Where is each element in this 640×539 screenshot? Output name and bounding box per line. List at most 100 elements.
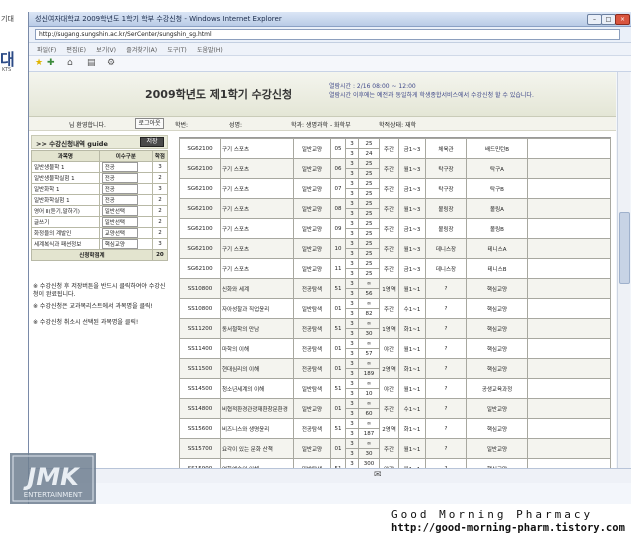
course-type-select[interactable]: 일반선택: [98, 205, 153, 217]
blog-url[interactable]: http://good-morning-pharm.tistory.com: [391, 522, 625, 534]
course-name-link[interactable]: 구기 스포츠: [220, 198, 294, 219]
course-credit: 3: [345, 158, 359, 169]
course-row[interactable]: SG62100 구기 스포츠 일반교양 05 3 25 주간 금1~3 체육관 배드민턴B: [179, 138, 611, 159]
course-name-link[interactable]: 구기 스포츠: [220, 178, 294, 199]
course-row[interactable]: SG62100 구기 스포츠 일반교양 10 3 25 주간 월1~3 데니스장 테니스A: [179, 238, 611, 259]
course-name-link[interactable]: 구기 스포츠: [220, 238, 294, 259]
course-row[interactable]: SS14500 청소년세계의 이해 일반탐색 51 3 ∞ 야간 월1~1? 공생교육과정: [179, 378, 611, 399]
course-row[interactable]: SS10800 신화와 세계 전공탐색 51 3 ∞ 1영역 월1~1? 핵심교양: [179, 278, 611, 299]
course-type-value[interactable]: 핵심교양: [101, 239, 138, 249]
maximize-button[interactable]: □: [601, 14, 616, 25]
minimize-button[interactable]: –: [587, 14, 602, 25]
course-row[interactable]: SS10800 자아성찰과 직업윤리 일반탐색 01 3 ∞ 주간 수1~1? 핵심교양: [179, 298, 611, 319]
course-name-link[interactable]: 구기 스포츠: [220, 158, 294, 179]
registered-course-row[interactable]: 일반생물학실험 1 전공 2: [31, 172, 169, 184]
course-extra-cell: [527, 358, 611, 379]
page-menu-icon[interactable]: ▤: [87, 58, 96, 68]
registered-course-name[interactable]: 일반화학 1: [31, 183, 100, 195]
course-code: SG62100: [179, 238, 221, 259]
course-capacity: 25: [358, 218, 380, 229]
course-name-link[interactable]: 신화와 세계: [220, 278, 294, 299]
course-type-select[interactable]: 전공: [98, 161, 153, 173]
tools-menu-icon[interactable]: ⚙: [107, 58, 115, 68]
registered-course-name[interactable]: 일반생물학 1: [31, 161, 100, 173]
course-room: ?: [425, 338, 467, 359]
course-row[interactable]: SS15700 요각이 있는 문화 산책 일반교양 01 3 ∞ 주간 월1~1? 일반교양: [179, 438, 611, 459]
course-type-select[interactable]: 교양선택: [98, 227, 153, 239]
course-type-value[interactable]: 전공: [101, 184, 138, 194]
registered-course-row[interactable]: 일반화학 1 전공 3: [31, 183, 169, 195]
note-2-text: ※ 수강신청은 교과목리스트에서 과목명을 클릭!: [33, 303, 153, 310]
registered-course-row[interactable]: 일반생물학 1 전공 3: [31, 161, 169, 173]
logout-button[interactable]: 로그아웃: [135, 118, 164, 129]
course-applicants: 82: [358, 308, 380, 319]
menu-view[interactable]: 보기(V): [96, 47, 116, 54]
close-button[interactable]: ×: [615, 14, 630, 25]
course-row[interactable]: SS11500 현대심리의 이해 전공탐색 01 3 ∞ 2영역 화1~1? 핵심교양: [179, 358, 611, 379]
course-type-value[interactable]: 전공: [101, 195, 138, 205]
registered-course-table: 과목명 이수구분 학점 일반생물학 1 전공 3 일반생물학실험 1 전공 2 일반화학 1…: [31, 150, 169, 261]
course-row[interactable]: SS15600 비즈니스와 생명윤리 전공탐색 51 3 ∞ 2영역 화1~1? 핵심교양: [179, 418, 611, 439]
course-row[interactable]: SS14800 비협적환경관광재환창문환경 일반교양 01 3 ∞ 주간 수1~1? 일반교양: [179, 398, 611, 419]
url-field[interactable]: http://sugang.sungshin.ac.kr/SerCenter/s…: [35, 29, 620, 40]
course-type-value[interactable]: 전공: [101, 173, 138, 183]
course-type-select[interactable]: 핵심교양: [98, 238, 153, 250]
home-icon[interactable]: ⌂: [67, 58, 73, 68]
scrollbar-thumb[interactable]: [619, 212, 630, 284]
course-type-select[interactable]: 전공: [98, 172, 153, 184]
course-row[interactable]: SG62100 구기 스포츠 일반교양 07 3 25 주간 금1~3 탁구장 탁구B: [179, 178, 611, 199]
registered-course-row[interactable]: 세계복식과 패션정보 핵심교양 3: [31, 238, 169, 250]
course-room: 데니스장: [425, 238, 467, 259]
course-type-value[interactable]: 일반선택: [101, 217, 138, 227]
favorites-star-icon[interactable]: ★: [35, 58, 43, 68]
course-row[interactable]: SS11400 마학의 이해 전공탐색 01 3 ∞ 야간 월1~1? 핵심교양: [179, 338, 611, 359]
course-name-link[interactable]: 구기 스포츠: [220, 258, 294, 279]
menu-tools[interactable]: 도구(T): [167, 47, 186, 54]
registered-course-name[interactable]: 영어 Ⅱ(듣기,말하기): [31, 205, 100, 217]
registered-course-row[interactable]: 글쓰기 일반선택 2: [31, 216, 169, 228]
course-name-link[interactable]: 구기 스포츠: [220, 218, 294, 239]
registered-course-name[interactable]: 일반화학실험 1: [31, 194, 100, 206]
course-row[interactable]: SG62100 구기 스포츠 일반교양 06 3 25 주간 월1~3 탁구장 탁구A: [179, 158, 611, 179]
course-name-link[interactable]: 구기 스포츠: [220, 138, 294, 159]
course-type-select[interactable]: 일반선택: [98, 216, 153, 228]
registered-course-name[interactable]: 글쓰기: [31, 216, 100, 228]
course-row[interactable]: SG62100 구기 스포츠 일반교양 08 3 25 주간 월1~3 볼링장 볼링A: [179, 198, 611, 219]
registered-course-row[interactable]: 영어 Ⅱ(듣기,말하기) 일반선택 2: [31, 205, 169, 217]
course-type-select[interactable]: 전공: [98, 194, 153, 206]
course-name-link[interactable]: 비즈니스와 생명윤리: [220, 418, 294, 439]
course-type-select[interactable]: 전공: [98, 183, 153, 195]
course-name-link[interactable]: 동서철학의 만남: [220, 318, 294, 339]
registered-course-name[interactable]: 화정을의 계발인: [31, 227, 100, 239]
greeting-text: 님 환영합니다.: [69, 122, 106, 129]
course-name-link[interactable]: 마학의 이해: [220, 338, 294, 359]
course-name-link[interactable]: 영화예술의 이해: [220, 458, 294, 468]
course-list-panel[interactable]: SG62100 구기 스포츠 일반교양 05 3 25 주간 금1~3 체육관 배드민턴B 3 24 S…: [179, 137, 611, 468]
registered-course-name[interactable]: 세계복식과 패션정보: [31, 238, 100, 250]
course-type-value[interactable]: 일반선택: [101, 206, 138, 216]
registered-course-name[interactable]: 일반생물학실험 1: [31, 172, 100, 184]
menu-file[interactable]: 파일(F): [37, 47, 56, 54]
course-type-value[interactable]: 교양선택: [101, 228, 138, 238]
course-name-link[interactable]: 자아성찰과 직업윤리: [220, 298, 294, 319]
course-type-value[interactable]: 전공: [101, 162, 138, 172]
course-row[interactable]: SS11200 동서철학의 만남 전공탐색 51 3 ∞ 1영역 화1~1? 핵심교양: [179, 318, 611, 339]
vertical-scrollbar[interactable]: [617, 72, 630, 468]
menu-favorites[interactable]: 즐겨찾기(A): [126, 47, 157, 54]
course-applicants: 25: [358, 228, 380, 239]
course-name-link[interactable]: 비협적환경관광재환창문환경: [220, 398, 294, 419]
course-name-link[interactable]: 현대심리의 이해: [220, 358, 294, 379]
registered-course-row[interactable]: 일반화학실험 1 전공 2: [31, 194, 169, 206]
menu-edit[interactable]: 편집(E): [66, 47, 86, 54]
course-row[interactable]: SG62100 구기 스포츠 일반교양 09 3 25 주간 금1~3 볼링장 볼링B: [179, 218, 611, 239]
add-favorites-icon[interactable]: ✚: [47, 58, 55, 68]
course-code: SS14500: [179, 378, 221, 399]
course-row[interactable]: SS15900영화예술의 이해일반탐색513300야간월1~1?핵심교양: [179, 458, 611, 468]
course-row[interactable]: SG62100 구기 스포츠 일반교양 11 3 25 주간 금1~3 데니스장 테니스B: [179, 258, 611, 279]
title-bar[interactable]: 성신여자대학교 2009학년도 1학기 학부 수강신청 - Windows In…: [29, 12, 631, 27]
registered-course-row[interactable]: 화정을의 계발인 교양선택 2: [31, 227, 169, 239]
course-name-link[interactable]: 청소년세계의 이해: [220, 378, 294, 399]
menu-help[interactable]: 도움말(H): [197, 47, 223, 54]
course-name-link[interactable]: 요각이 있는 문화 산책: [220, 438, 294, 459]
save-button[interactable]: 저장: [140, 137, 164, 147]
